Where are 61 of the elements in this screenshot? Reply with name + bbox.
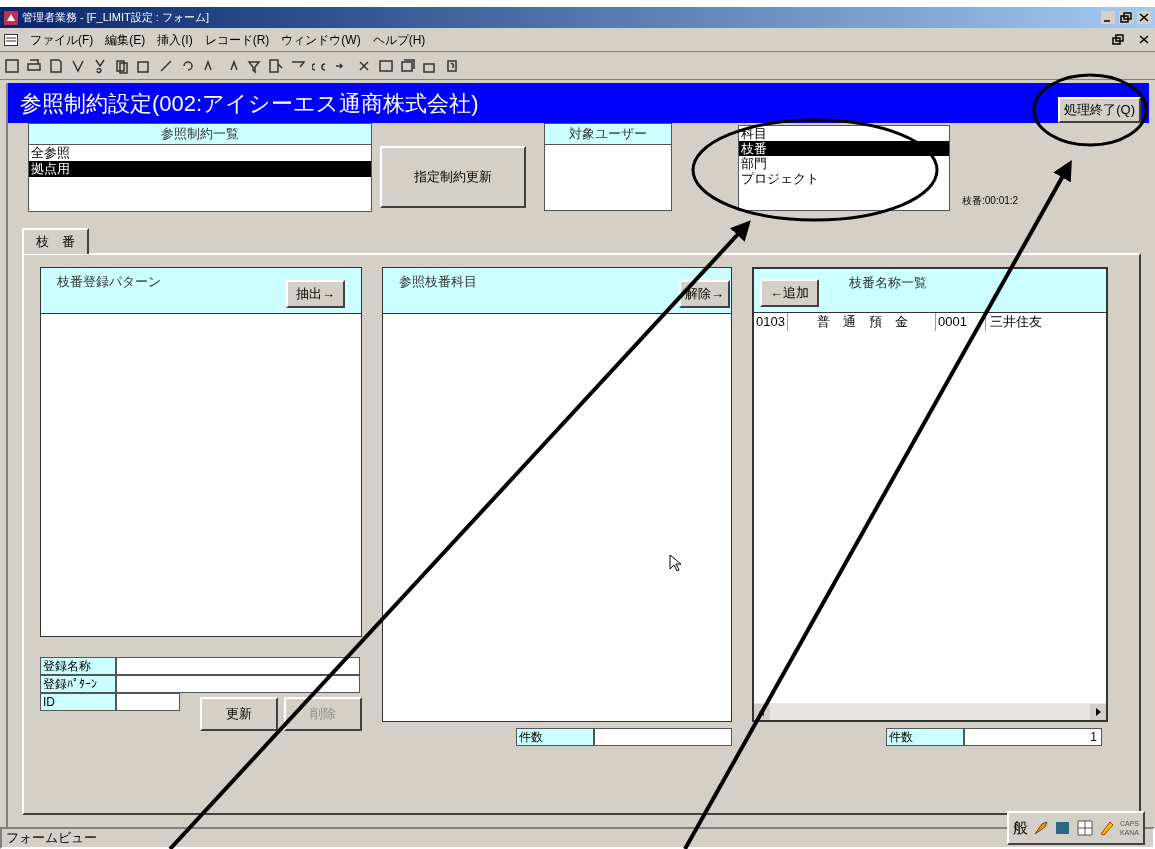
toolbar-icon[interactable]	[158, 57, 174, 74]
update-constraint-button[interactable]: 指定制約更新	[380, 146, 526, 208]
toolbar-icon[interactable]	[378, 57, 394, 74]
toolbar-icon[interactable]	[114, 57, 130, 74]
list-header: 参照制約一覧	[29, 124, 371, 145]
field-label: 件数	[886, 728, 964, 746]
toolbar-icon[interactable]	[4, 57, 20, 74]
list-title: 参照枝番科目	[399, 273, 477, 291]
scroll-right-icon[interactable]	[1090, 703, 1106, 720]
list-item[interactable]: 部門	[739, 156, 949, 171]
list-item[interactable]: プロジェクト	[739, 171, 949, 186]
table-cell: 0001	[936, 313, 986, 331]
app-icon	[4, 10, 18, 25]
field-label: ID	[40, 693, 116, 711]
window-title: 管理者業務 - [F_LIMIT設定 : フォーム]	[22, 10, 210, 26]
menu-item[interactable]: ファイル(F)	[30, 30, 94, 49]
update-button[interactable]: 更新	[200, 697, 278, 731]
list-header: 対象ユーザー	[545, 124, 671, 145]
pen-icon[interactable]	[1097, 819, 1116, 837]
toolbar-icon[interactable]	[92, 57, 108, 74]
horizontal-scrollbar[interactable]	[754, 703, 1106, 720]
minimize-icon[interactable]	[1101, 11, 1115, 24]
input-field[interactable]	[116, 657, 360, 675]
add-button[interactable]: ←追加	[760, 279, 819, 307]
list-title: 枝番登録パターン	[57, 273, 161, 291]
field-label: 件数	[516, 728, 594, 746]
list-title: 枝番名称一覧	[849, 274, 927, 292]
form-title: 参照制約設定(002:アイシーエス通商株式会社)	[20, 89, 480, 118]
maximize-icon[interactable]	[1119, 11, 1133, 24]
menu-item[interactable]: 挿入(I)	[157, 30, 193, 49]
toolbar-icon[interactable]	[48, 57, 64, 74]
list-item[interactable]: 拠点用	[29, 161, 371, 177]
count-field: 1	[964, 728, 1102, 746]
form-icon	[4, 33, 18, 46]
table-cell: 普 通 預 金	[788, 313, 936, 331]
input-field[interactable]	[116, 675, 360, 693]
input-field[interactable]	[116, 693, 180, 711]
field-label: 登録名称	[40, 657, 116, 675]
finish-button[interactable]: 処理終了(Q)	[1058, 97, 1141, 123]
table-cell-text: 三井住友	[989, 313, 1042, 331]
menu-item[interactable]: ヘルプ(H)	[372, 30, 426, 49]
field-label: 登録ﾊﾟﾀｰﾝ	[40, 675, 116, 693]
status-text: フォームビュー	[6, 829, 97, 848]
grid-icon[interactable]	[1075, 819, 1094, 837]
close-icon[interactable]	[1137, 11, 1151, 24]
tab[interactable]: 枝 番	[22, 228, 89, 254]
table-cell: 0103	[754, 313, 788, 331]
cursor-icon	[669, 554, 681, 572]
toolbar-icon[interactable]	[444, 57, 460, 74]
menu-item[interactable]: 編集(E)	[105, 30, 146, 49]
branch-code-label: 枝番:00:01:2	[962, 194, 1019, 208]
restore-icon[interactable]	[1111, 33, 1125, 46]
menu-item[interactable]: レコード(R)	[204, 30, 270, 49]
toolbar-icon[interactable]	[400, 57, 416, 74]
list-item[interactable]: 枝番	[739, 141, 949, 156]
menu-item[interactable]: ウィンドウ(W)	[281, 30, 361, 49]
toolbar-icon[interactable]	[26, 57, 42, 74]
ime-mode-text: 般	[1012, 817, 1028, 838]
extract-button[interactable]: 抽出→	[286, 280, 345, 308]
list-item[interactable]: 全参照	[29, 145, 371, 161]
toolbar-icon[interactable]	[268, 57, 284, 74]
